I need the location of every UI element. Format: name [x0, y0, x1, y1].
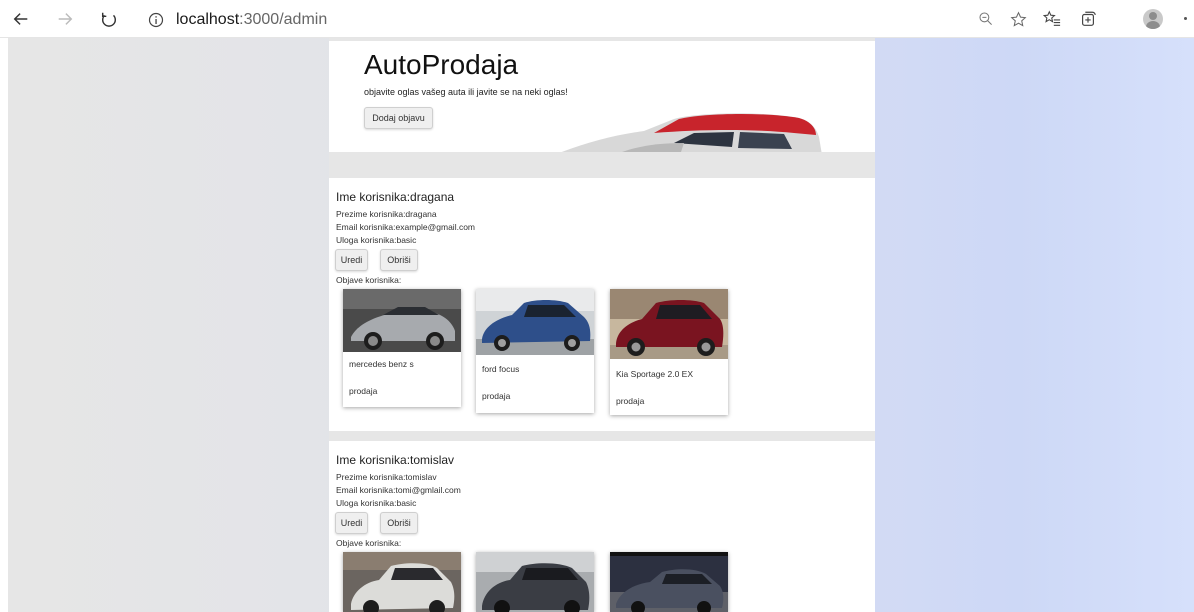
- post-type: prodaja: [616, 396, 645, 406]
- user-name: Ime korisnika:dragana: [336, 190, 455, 204]
- back-arrow-icon[interactable]: [10, 8, 32, 30]
- post-card[interactable]: [476, 552, 594, 612]
- user-email: Email korisnika:tomi@gmlail.com: [336, 485, 461, 495]
- user-card: Ime korisnika:tomislav Prezime korisnika…: [329, 441, 875, 612]
- user-posts-label: Objave korisnika:: [336, 275, 402, 285]
- post-image: [343, 552, 461, 612]
- profile-avatar-icon[interactable]: [1143, 9, 1163, 29]
- user-email: Email korisnika:example@gmail.com: [336, 222, 476, 232]
- post-image: [610, 289, 728, 359]
- post-title: mercedes benz s: [349, 359, 414, 369]
- user-name: Ime korisnika:tomislav: [336, 453, 455, 467]
- post-card[interactable]: mercedes benz s prodaja: [343, 289, 461, 407]
- post-type: prodaja: [349, 386, 378, 396]
- edit-user-button[interactable]: Uredi: [335, 249, 368, 271]
- user-surname: Prezime korisnika:tomislav: [336, 472, 437, 482]
- post-title: ford focus: [482, 364, 520, 374]
- post-image: [476, 289, 594, 355]
- hero-car-image: [561, 113, 822, 152]
- reload-icon[interactable]: [98, 8, 120, 30]
- user-role: Uloga korisnika:basic: [336, 235, 417, 245]
- forward-arrow-icon[interactable]: [54, 8, 76, 30]
- post-card[interactable]: Kia Sportage 2.0 EX prodaja: [610, 289, 728, 415]
- url-text: localhost:3000/admin: [176, 11, 328, 28]
- post-image: [610, 552, 728, 612]
- site-title: AutoProdaja: [364, 49, 519, 80]
- main-content: AutoProdaja objavite oglas vašeg auta il…: [329, 38, 875, 612]
- user-role: Uloga korisnika:basic: [336, 498, 417, 508]
- add-post-button[interactable]: Dodaj objavu: [364, 107, 433, 129]
- more-menu-icon[interactable]: [1184, 17, 1187, 20]
- user-card: Ime korisnika:dragana Prezime korisnika:…: [329, 178, 875, 431]
- zoom-icon[interactable]: [976, 9, 996, 29]
- post-card[interactable]: [610, 552, 728, 612]
- delete-user-button[interactable]: Obriši: [380, 512, 418, 534]
- hero-banner: AutoProdaja objavite oglas vašeg auta il…: [329, 41, 875, 152]
- favorites-icon[interactable]: [1042, 9, 1062, 29]
- post-type: prodaja: [482, 391, 511, 401]
- collections-icon[interactable]: [1078, 9, 1098, 29]
- browser-toolbar: localhost:3000/admin: [0, 0, 1194, 38]
- post-title: Kia Sportage 2.0 EX: [616, 369, 694, 379]
- post-image: [343, 289, 461, 352]
- site-subtitle: objavite oglas vašeg auta ili javite se …: [364, 87, 568, 97]
- address-bar[interactable]: localhost:3000/admin: [148, 10, 327, 30]
- user-surname: Prezime korisnika:dragana: [336, 209, 437, 219]
- post-image: [476, 552, 594, 612]
- post-card[interactable]: ford focus prodaja: [476, 289, 594, 413]
- user-posts-label: Objave korisnika:: [336, 538, 402, 548]
- info-icon[interactable]: [148, 12, 164, 28]
- delete-user-button[interactable]: Obriši: [380, 249, 418, 271]
- edit-user-button[interactable]: Uredi: [335, 512, 368, 534]
- post-card[interactable]: [343, 552, 461, 612]
- star-icon[interactable]: [1008, 9, 1028, 29]
